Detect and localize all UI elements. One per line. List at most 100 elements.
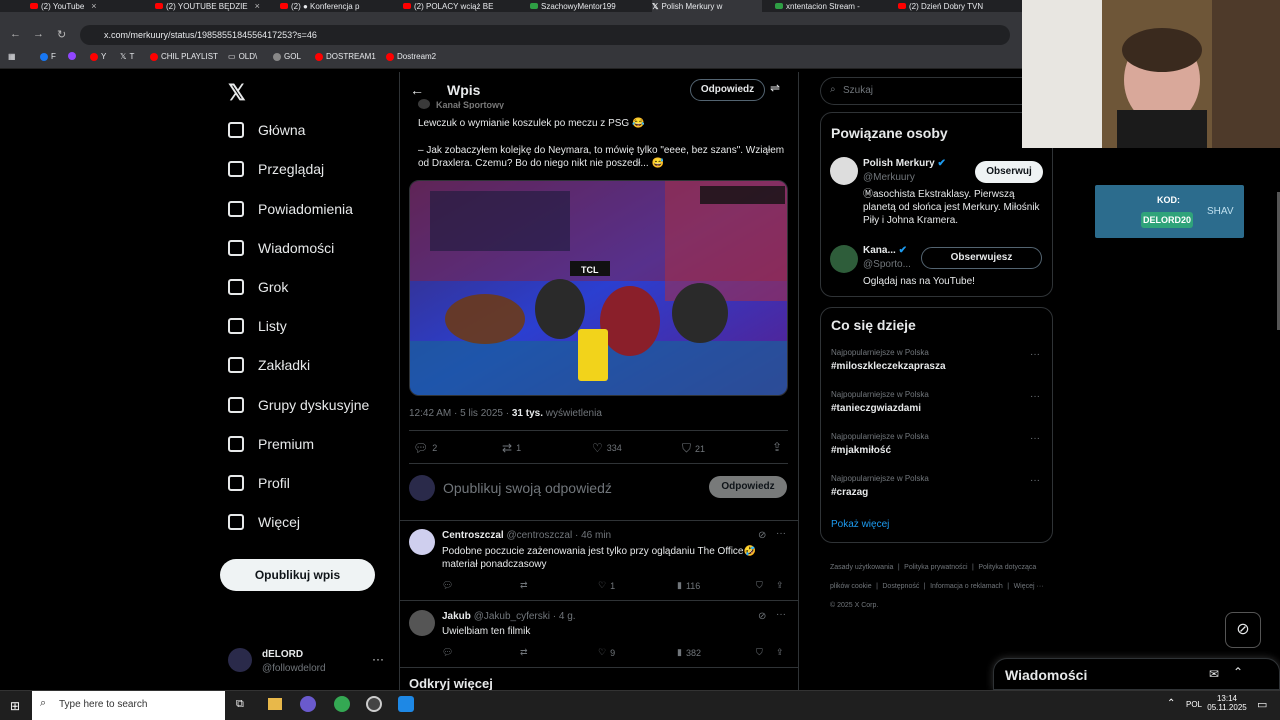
trend-item[interactable]: #mjakmiłość bbox=[831, 445, 891, 456]
bookmark-action[interactable]: ⛉ bbox=[756, 647, 763, 658]
bookmark-action[interactable]: ⛉ bbox=[756, 580, 763, 591]
grok-fab-icon[interactable]: ⊘ bbox=[1225, 612, 1261, 648]
share-action[interactable]: ⇪ bbox=[776, 647, 784, 658]
sidebar-item-1[interactable]: Przeglądaj bbox=[228, 161, 324, 177]
sidebar-item-10[interactable]: Więcej bbox=[228, 514, 300, 530]
views-action[interactable]: ▮ 382 bbox=[677, 647, 701, 658]
like-action[interactable]: ♡ 9 bbox=[598, 647, 615, 658]
bookmark-item[interactable]: Dostream2 bbox=[386, 52, 436, 61]
reply-action[interactable]: 💬︎ bbox=[442, 580, 453, 591]
show-more-link[interactable]: Pokaż więcej bbox=[831, 519, 889, 530]
post-button[interactable]: Opublikuj wpis bbox=[220, 559, 375, 591]
grok-icon[interactable]: ⊘ bbox=[758, 530, 766, 541]
bookmark-item[interactable]: GOL bbox=[273, 52, 301, 61]
reload-icon[interactable]: ↻ bbox=[57, 28, 66, 41]
trend-more-icon[interactable]: ··· bbox=[1030, 391, 1040, 402]
trend-item[interactable]: #tanieczgwiazdami bbox=[831, 403, 921, 414]
reply-input[interactable]: Opublikuj swoją odpowiedź bbox=[443, 480, 612, 496]
bookmark-item[interactable]: DOSTREAM1 bbox=[315, 52, 376, 61]
file-explorer-icon[interactable] bbox=[268, 698, 282, 710]
tray-chevron-icon[interactable]: ⌃ bbox=[1167, 698, 1175, 709]
account-menu-icon[interactable]: ··· bbox=[372, 652, 384, 666]
forward-icon[interactable]: → bbox=[33, 28, 44, 40]
person-name[interactable]: Polish Merkury ✔ bbox=[863, 158, 946, 169]
reply-header-button[interactable]: Odpowiedz bbox=[690, 79, 765, 101]
views-action[interactable]: ▮ 116 bbox=[677, 580, 700, 591]
browser-tab[interactable]: xntentacion Stream - bbox=[775, 0, 885, 12]
notification-icon[interactable]: ▭ bbox=[1257, 698, 1267, 711]
bookmark-item[interactable] bbox=[68, 52, 76, 60]
sidebar-item-2[interactable]: Powiadomienia bbox=[228, 201, 353, 217]
person-avatar[interactable] bbox=[830, 157, 858, 185]
follow-button[interactable]: Obserwuj bbox=[975, 161, 1043, 183]
repost-action[interactable]: ⇄ 1 bbox=[502, 441, 521, 455]
more-icon[interactable]: ··· bbox=[776, 609, 786, 620]
filter-icon[interactable]: ⇌ bbox=[770, 81, 780, 95]
reply-action[interactable]: 💬︎ bbox=[442, 647, 453, 658]
app-icon[interactable] bbox=[398, 696, 414, 712]
reply-submit-button[interactable]: Odpowiedz bbox=[709, 476, 787, 498]
person-name[interactable]: Kana... ✔ bbox=[863, 245, 907, 256]
language-indicator[interactable]: POL bbox=[1186, 700, 1202, 709]
footer-link[interactable]: Dostępność bbox=[882, 583, 919, 590]
like-action[interactable]: ♡ 334 bbox=[592, 441, 622, 455]
expand-icon[interactable]: ⌃ bbox=[1233, 665, 1243, 679]
app-icon[interactable] bbox=[300, 696, 316, 712]
bookmark-action[interactable]: ⛉ 21 bbox=[682, 441, 705, 456]
sidebar-item-5[interactable]: Listy bbox=[228, 318, 287, 334]
footer-link[interactable]: Polityka prywatności bbox=[904, 564, 967, 571]
browser-tab-active[interactable]: 𝕏 Polish Merkury w bbox=[652, 0, 762, 12]
apps-icon[interactable]: ▦ bbox=[8, 52, 16, 61]
url-input[interactable]: x.com/merkuury/status/198585518455641725… bbox=[80, 25, 1010, 45]
browser-tab[interactable]: (2) YouTube × bbox=[30, 0, 140, 12]
sidebar-item-9[interactable]: Profil bbox=[228, 475, 290, 491]
sidebar-item-8[interactable]: Premium bbox=[228, 436, 314, 452]
taskbar-search-input[interactable]: ⌕ Type here to search bbox=[32, 691, 225, 720]
avatar[interactable] bbox=[228, 648, 252, 672]
search-input[interactable]: Szukaj bbox=[843, 85, 873, 96]
footer-link[interactable]: Zasady użytkowania bbox=[830, 564, 893, 571]
search-box[interactable]: ⌕ Szukaj bbox=[820, 77, 1022, 105]
browser-tab[interactable]: SzachowyMentor199 bbox=[530, 0, 640, 12]
browser-tab[interactable]: (2) POLACY wciąż BE bbox=[403, 0, 503, 12]
bookmark-item[interactable]: CHIL PLAYLIST bbox=[150, 52, 218, 61]
sidebar-item-7[interactable]: Grupy dyskusyjne bbox=[228, 397, 369, 413]
share-action[interactable]: ⇪ bbox=[772, 440, 782, 454]
browser-tab[interactable]: (2) YOUTUBE BĘDZIE × bbox=[155, 0, 265, 12]
trend-more-icon[interactable]: ··· bbox=[1030, 433, 1040, 444]
obs-icon[interactable] bbox=[366, 696, 382, 712]
person-avatar[interactable] bbox=[830, 245, 858, 273]
task-view-icon[interactable]: ⧉ bbox=[236, 698, 244, 711]
trend-more-icon[interactable]: ··· bbox=[1030, 475, 1040, 486]
bookmark-folder[interactable]: ▭ OLD\ bbox=[228, 52, 257, 61]
close-icon[interactable]: × bbox=[91, 1, 96, 11]
browser-tab[interactable]: (2) Dzień Dobry TVN bbox=[898, 0, 1008, 12]
footer-link[interactable]: Informacja o reklamach bbox=[930, 583, 1003, 590]
browser-tab[interactable]: (2) ● Konferencja p bbox=[280, 0, 380, 12]
sidebar-item-3[interactable]: Wiadomości bbox=[228, 240, 334, 256]
following-button[interactable]: Obserwujesz bbox=[921, 247, 1042, 269]
sidebar-item-4[interactable]: Grok bbox=[228, 279, 288, 295]
close-icon[interactable]: × bbox=[255, 1, 260, 11]
trend-more-icon[interactable]: ··· bbox=[1030, 349, 1040, 360]
sidebar-item-6[interactable]: Zakładki bbox=[228, 357, 310, 373]
reply-action[interactable]: 💬︎ 2 bbox=[413, 441, 437, 455]
windows-start-icon[interactable]: ⊞ bbox=[10, 699, 20, 713]
x-logo-icon[interactable]: 𝕏 bbox=[228, 80, 246, 106]
compose-message-icon[interactable]: ✉ bbox=[1209, 667, 1219, 681]
sidebar-item-0[interactable]: Główna bbox=[228, 122, 305, 138]
bookmark-item[interactable]: 𝕏T bbox=[120, 52, 134, 61]
bookmark-item[interactable]: F bbox=[40, 52, 56, 61]
trend-item[interactable]: #crazag bbox=[831, 487, 868, 498]
back-arrow-icon[interactable]: ← bbox=[410, 82, 424, 98]
share-action[interactable]: ⇪ bbox=[776, 580, 784, 591]
more-icon[interactable]: ··· bbox=[776, 528, 786, 539]
bookmark-item[interactable]: Y bbox=[90, 52, 106, 61]
messages-drawer[interactable]: Wiadomości ✉ ⌃ bbox=[993, 658, 1280, 690]
like-action[interactable]: ♡ 1 bbox=[598, 580, 615, 591]
post-video[interactable]: TCL bbox=[409, 180, 788, 396]
trend-item[interactable]: #miloszkleczekzaprasza bbox=[831, 361, 946, 372]
repost-action[interactable]: ⇄ bbox=[520, 647, 528, 658]
repost-action[interactable]: ⇄ bbox=[520, 580, 528, 591]
footer-link[interactable]: Więcej ··· bbox=[1014, 583, 1044, 590]
